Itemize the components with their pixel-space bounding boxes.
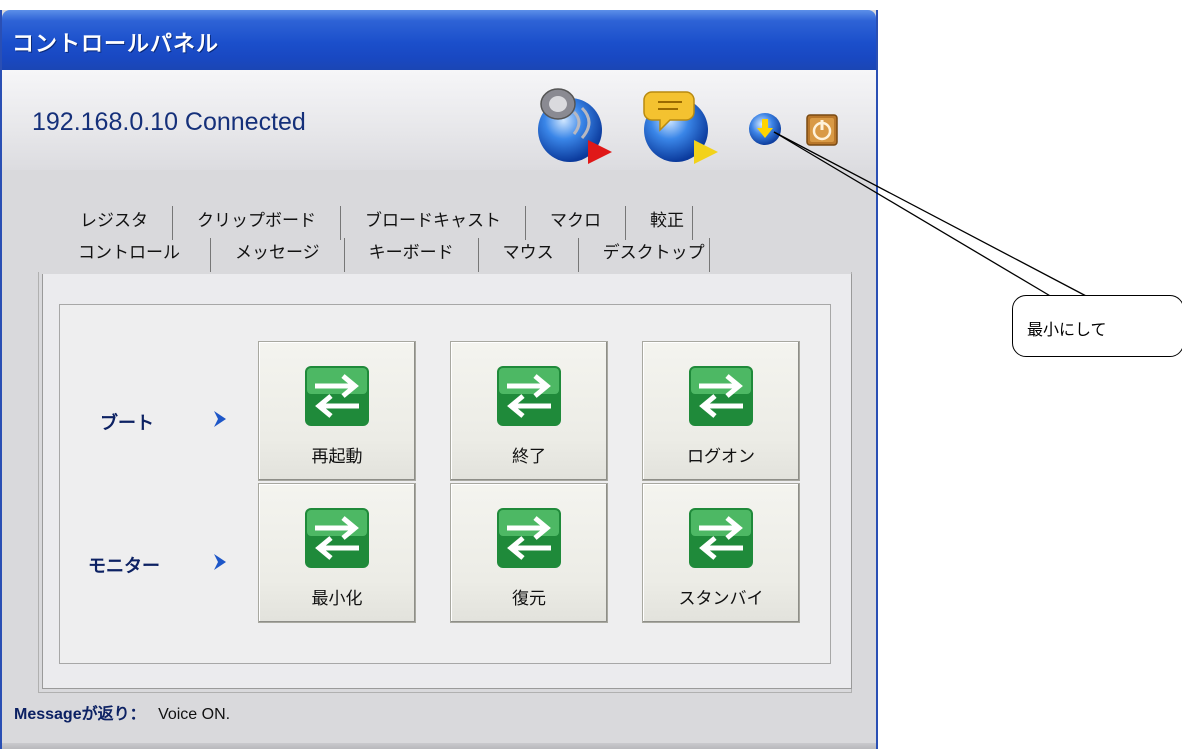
transfer-arrows-icon <box>687 506 755 574</box>
tab-desktop[interactable]: デスクトップ <box>579 238 710 272</box>
transfer-arrows-icon <box>303 364 371 432</box>
minimize-down-arrow-icon[interactable] <box>748 112 782 146</box>
boot-label: ブート <box>100 413 154 434</box>
transfer-arrows-icon <box>687 364 755 432</box>
restore-monitor-button[interactable]: 復元 <box>450 483 608 623</box>
minimize-callout: 最小にして <box>1012 295 1182 357</box>
message-value: Voice ON. <box>158 706 231 723</box>
tab-clipboard[interactable]: クリップボード <box>173 206 341 240</box>
tab-message[interactable]: メッセージ <box>211 238 345 272</box>
chevron-right-icon <box>214 554 226 570</box>
callout-text: 最小にして <box>1027 320 1107 339</box>
chevron-right-icon <box>214 411 226 427</box>
transfer-arrows-icon <box>495 364 563 432</box>
tab-row-2: コントロール メッセージ キーボード マウス デスクトップ <box>76 238 710 272</box>
monitor-label: モニター <box>88 556 160 577</box>
tab-register[interactable]: レジスタ <box>78 206 173 240</box>
power-icon[interactable] <box>806 114 838 146</box>
logon-button[interactable]: ログオン <box>642 341 800 481</box>
control-panel-window: コントロールパネル 192.168.0.10 Connected レジスタ クリ… <box>0 10 878 749</box>
shutdown-button[interactable]: 終了 <box>450 341 608 481</box>
tab-area: レジスタ クリップボード ブロードキャスト マクロ 較正 コントロール メッセー… <box>28 188 852 716</box>
tab-mouse[interactable]: マウス <box>479 238 579 272</box>
tab-row-1: レジスタ クリップボード ブロードキャスト マクロ 較正 <box>78 206 693 240</box>
tab-keyboard[interactable]: キーボード <box>345 238 479 272</box>
window-bottom-edge <box>2 743 876 749</box>
tab-broadcast[interactable]: ブロードキャスト <box>341 206 526 240</box>
message-label: Messageが返り： <box>14 706 146 723</box>
control-tab-panel: ブート 再起動 終了 ログオン モニター 最小化 復元 スタンバイ <box>42 274 852 689</box>
button-label: 最小化 <box>311 589 363 609</box>
transfer-arrows-icon <box>495 506 563 574</box>
control-group-box: ブート 再起動 終了 ログオン モニター 最小化 復元 スタンバイ <box>59 304 831 664</box>
connection-status: 192.168.0.10 Connected <box>32 108 306 136</box>
window-title: コントロールパネル <box>12 32 220 57</box>
tab-macro[interactable]: マクロ <box>526 206 626 240</box>
button-label: ログオン <box>687 447 755 467</box>
minimize-monitor-button[interactable]: 最小化 <box>258 483 416 623</box>
tab-calibration[interactable]: 較正 <box>626 206 693 240</box>
button-label: 再起動 <box>311 447 363 467</box>
reboot-button[interactable]: 再起動 <box>258 341 416 481</box>
transfer-arrows-icon <box>303 506 371 574</box>
speaker-voice-icon[interactable] <box>524 82 618 166</box>
button-label: 復元 <box>512 589 546 609</box>
title-bar[interactable]: コントロールパネル <box>2 10 876 70</box>
message-status: Messageが返り： Voice ON. <box>14 700 230 724</box>
tab-control[interactable]: コントロール <box>76 238 211 272</box>
header-bar: 192.168.0.10 Connected <box>2 70 876 170</box>
button-label: スタンバイ <box>678 589 764 609</box>
standby-monitor-button[interactable]: スタンバイ <box>642 483 800 623</box>
message-chat-icon[interactable] <box>630 82 724 166</box>
button-label: 終了 <box>512 447 546 467</box>
